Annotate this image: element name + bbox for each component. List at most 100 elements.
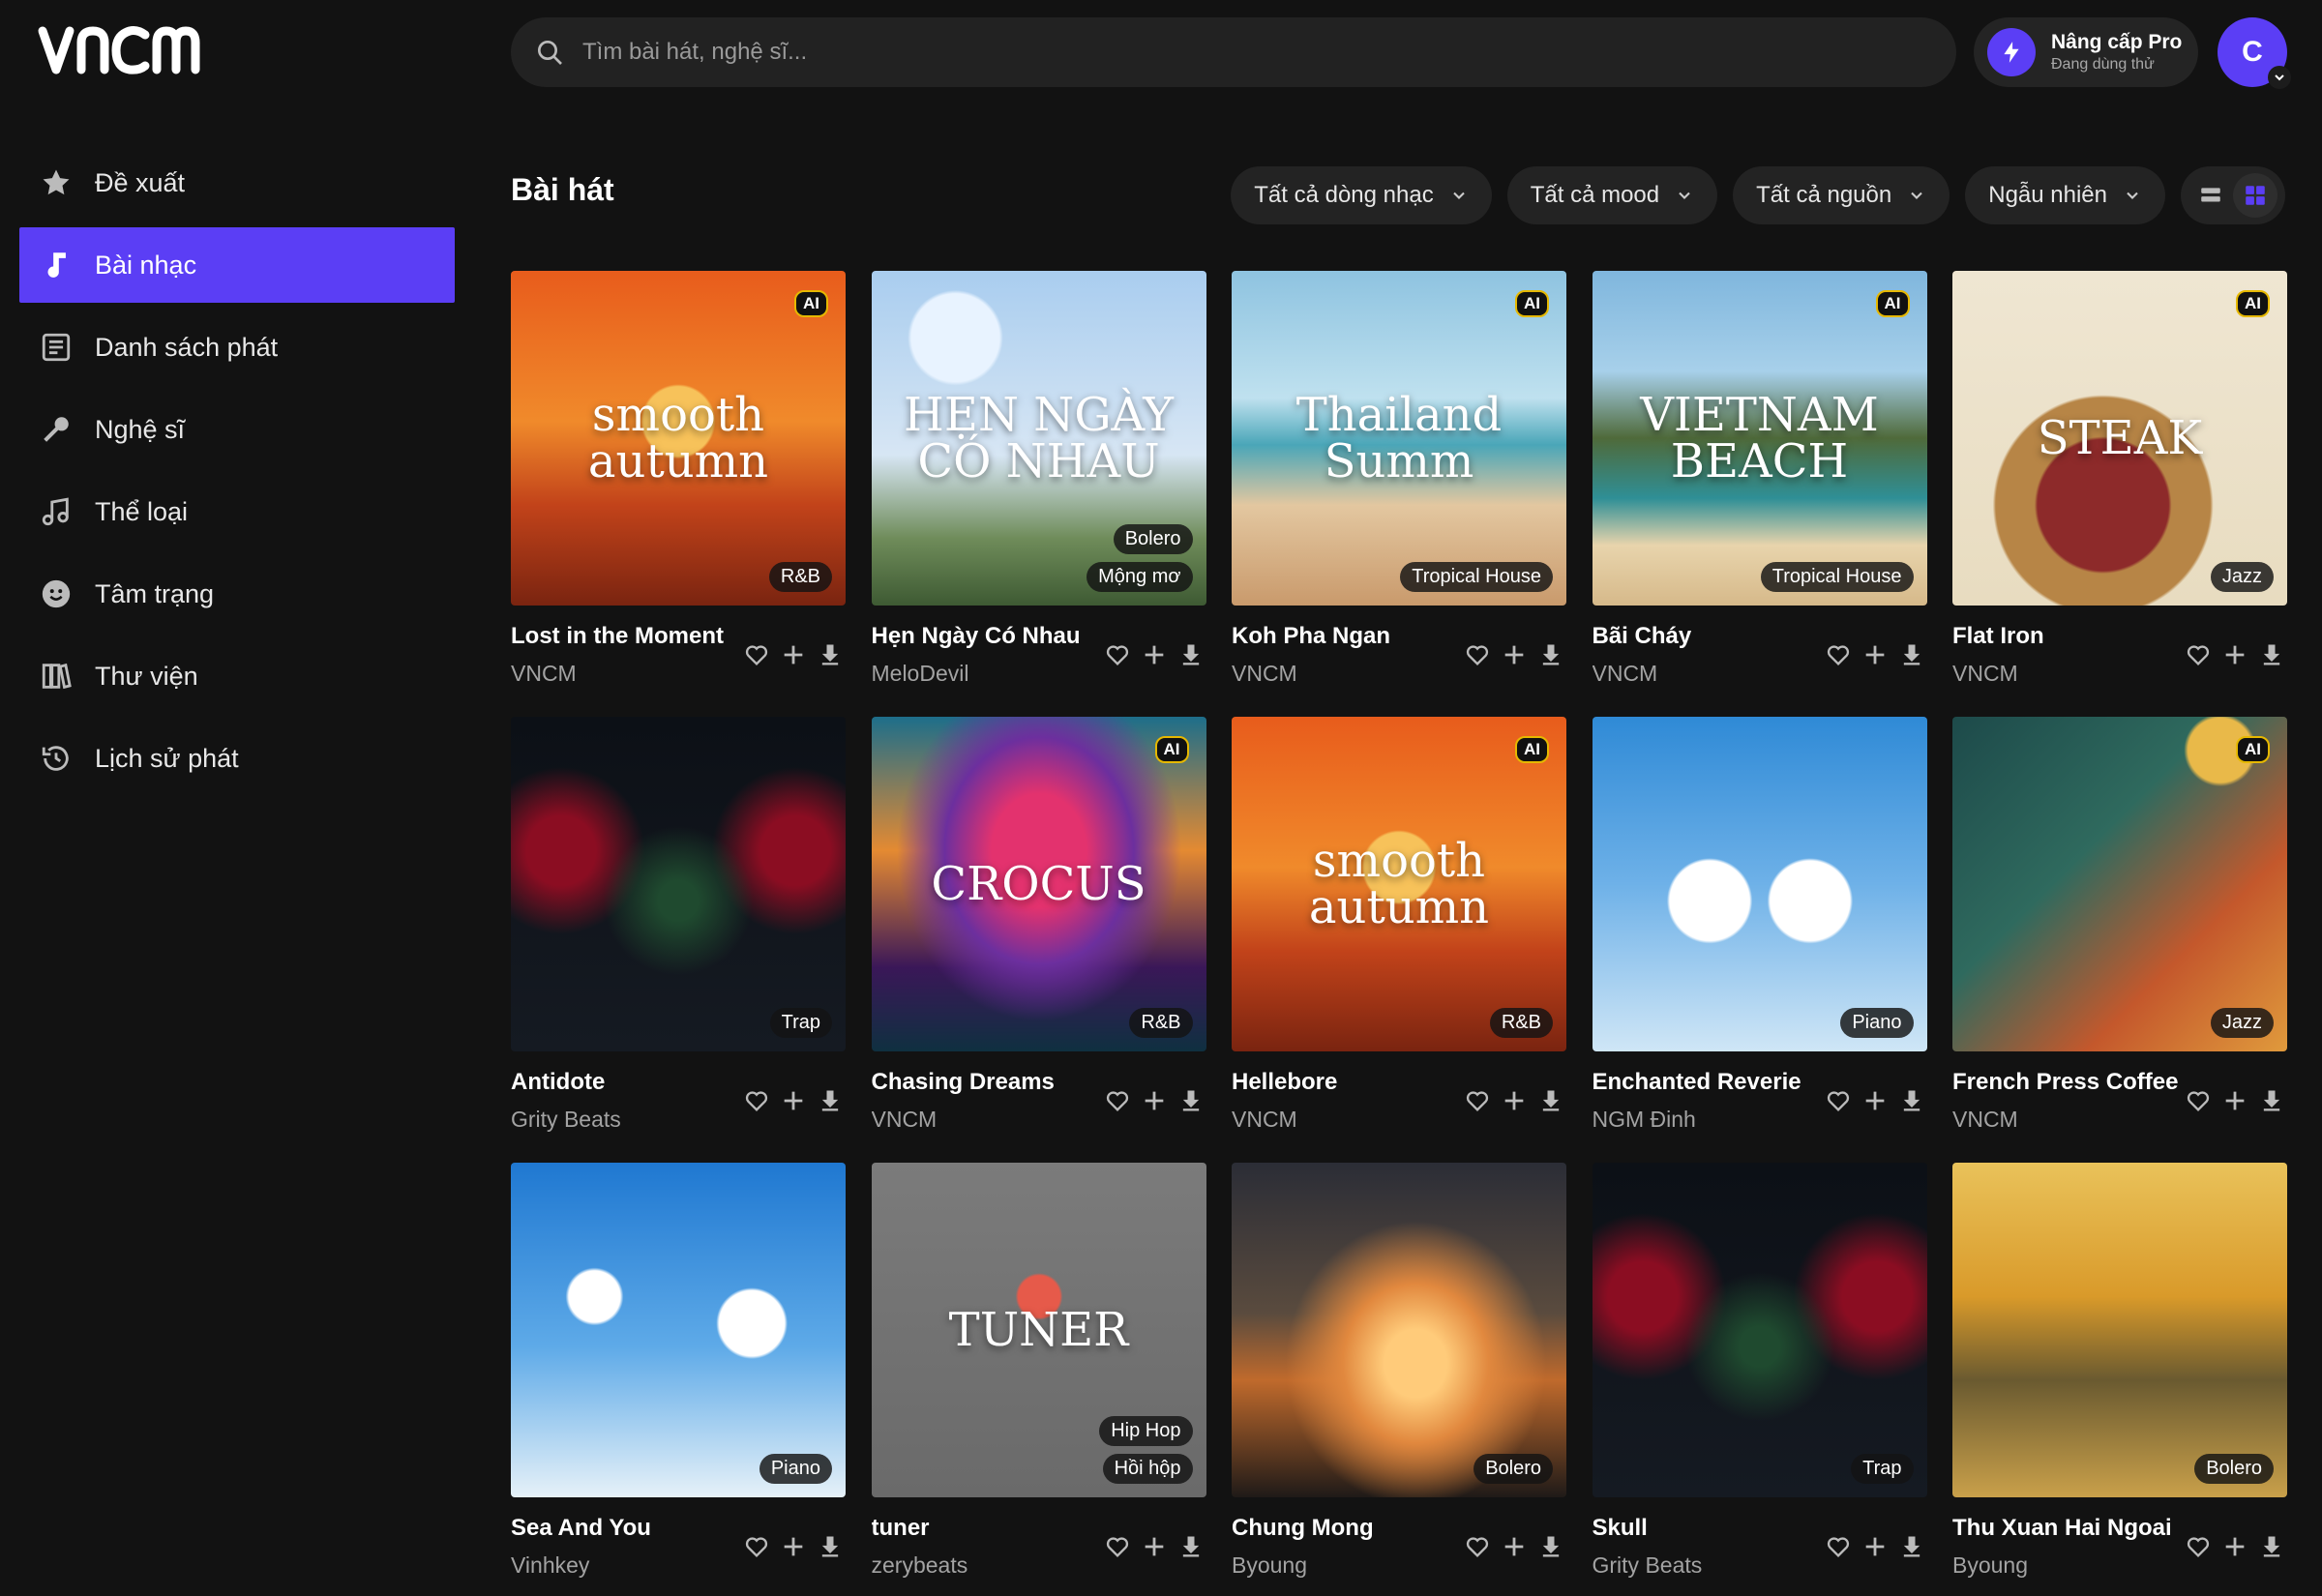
vncm-logo[interactable] [37,21,223,79]
album-cover[interactable]: Piano [1592,717,1927,1051]
plus-icon[interactable] [1139,639,1170,670]
song-artist[interactable]: VNCM [872,1107,1102,1133]
sidebar-item-microphone[interactable]: Nghệ sĩ [19,392,455,467]
sidebar-item-music-note[interactable]: Bài nhạc [19,227,455,303]
song-title[interactable]: Enchanted Reverie [1593,1069,1823,1096]
song-title[interactable]: Skull [1593,1515,1823,1542]
album-cover[interactable]: Trap [511,717,846,1051]
download-icon[interactable] [1535,1085,1566,1116]
heart-icon[interactable] [1102,1085,1133,1116]
song-artist[interactable]: Byoung [1232,1552,1462,1579]
search-bar[interactable] [511,17,1956,87]
sidebar-item-playlist[interactable]: Danh sách phát [19,310,455,385]
download-icon[interactable] [815,1531,846,1562]
heart-icon[interactable] [1462,1531,1493,1562]
song-card[interactable]: Piano Enchanted Reverie NGM Đinh [1592,717,1927,1163]
song-artist[interactable]: VNCM [1232,1107,1462,1133]
plus-icon[interactable] [778,639,809,670]
song-card[interactable]: Bolero Thu Xuan Hai Ngoai Byoung [1952,1163,2287,1596]
heart-icon[interactable] [2183,1531,2214,1562]
download-icon[interactable] [1176,1531,1206,1562]
album-cover[interactable]: AI Jazz [1952,717,2287,1051]
plus-icon[interactable] [1860,1531,1890,1562]
list-view-button[interactable] [2188,173,2233,218]
album-cover[interactable]: CROCUS AI R&B [871,717,1206,1051]
download-icon[interactable] [1176,639,1206,670]
song-title[interactable]: Sea And You [511,1515,741,1542]
album-cover[interactable]: STEAK AI Jazz [1952,271,2287,606]
album-cover[interactable]: Trap [1592,1163,1927,1497]
heart-icon[interactable] [1462,639,1493,670]
heart-icon[interactable] [2183,639,2214,670]
album-cover[interactable]: TUNER Hip Hop Hồi hộp [871,1163,1206,1497]
plus-icon[interactable] [1139,1531,1170,1562]
album-cover[interactable]: Bolero [1952,1163,2287,1497]
mood-filter-dropdown[interactable]: Tất cả mood [1506,166,1718,224]
download-icon[interactable] [815,639,846,670]
album-cover[interactable]: Piano [511,1163,846,1497]
heart-icon[interactable] [1462,1085,1493,1116]
download-icon[interactable] [815,1085,846,1116]
heart-icon[interactable] [1102,1531,1133,1562]
song-title[interactable]: Bãi Cháy [1593,623,1823,650]
plus-icon[interactable] [2219,1085,2250,1116]
sidebar-item-music-notes[interactable]: Thể loại [19,474,455,549]
upgrade-pro-button[interactable]: Nâng cấp Pro Đang dùng thử [1974,17,2198,87]
song-title[interactable]: tuner [872,1515,1102,1542]
heart-icon[interactable] [1102,639,1133,670]
download-icon[interactable] [1896,1085,1927,1116]
song-card[interactable]: AI Jazz French Press Coffee VNCM [1952,717,2287,1163]
song-title[interactable]: Koh Pha Ngan [1232,623,1462,650]
heart-icon[interactable] [1823,1531,1854,1562]
plus-icon[interactable] [1499,1085,1530,1116]
plus-icon[interactable] [1499,639,1530,670]
plus-icon[interactable] [1139,1085,1170,1116]
song-artist[interactable]: MeloDevil [872,661,1102,687]
song-title[interactable]: Thu Xuan Hai Ngoai [1952,1515,2183,1542]
album-cover[interactable]: smooth autumn AI R&B [511,271,846,606]
download-icon[interactable] [2256,1085,2287,1116]
download-icon[interactable] [1535,1531,1566,1562]
song-card[interactable]: Trap Antidote Grity Beats [511,717,846,1163]
download-icon[interactable] [2256,1531,2287,1562]
song-card[interactable]: VIETNAM BEACH AI Tropical House Bãi Cháy… [1592,271,1927,717]
download-icon[interactable] [1535,639,1566,670]
song-title[interactable]: Antidote [511,1069,741,1096]
plus-icon[interactable] [778,1531,809,1562]
song-card[interactable]: HẸN NGÀY CÓ NHAU Bolero Mộng mơ Hẹn Ngày … [871,271,1206,717]
song-artist[interactable]: Vinhkey [511,1552,741,1579]
song-title[interactable]: Lost in the Moment [511,623,741,650]
song-artist[interactable]: NGM Đinh [1593,1107,1823,1133]
plus-icon[interactable] [1860,1085,1890,1116]
heart-icon[interactable] [1823,1085,1854,1116]
plus-icon[interactable] [2219,1531,2250,1562]
song-card[interactable]: Piano Sea And You Vinhkey [511,1163,846,1596]
download-icon[interactable] [1896,639,1927,670]
heart-icon[interactable] [741,1085,772,1116]
heart-icon[interactable] [2183,1085,2214,1116]
plus-icon[interactable] [778,1085,809,1116]
genre-filter-dropdown[interactable]: Tất cả dòng nhạc [1231,166,1492,224]
song-card[interactable]: TUNER Hip Hop Hồi hộp tuner zerybeats [871,1163,1206,1596]
grid-view-button[interactable] [2233,173,2277,218]
heart-icon[interactable] [741,639,772,670]
song-title[interactable]: Chasing Dreams [872,1069,1102,1096]
download-icon[interactable] [1176,1085,1206,1116]
heart-icon[interactable] [741,1531,772,1562]
album-cover[interactable]: VIETNAM BEACH AI Tropical House [1592,271,1927,606]
song-card[interactable]: Trap Skull Grity Beats [1592,1163,1927,1596]
song-artist[interactable]: Byoung [1952,1552,2183,1579]
album-cover[interactable]: Thailand Summ AI Tropical House [1232,271,1566,606]
song-artist[interactable]: Grity Beats [511,1107,741,1133]
search-input[interactable] [582,39,1918,66]
plus-icon[interactable] [2219,639,2250,670]
song-artist[interactable]: zerybeats [872,1552,1102,1579]
song-artist[interactable]: VNCM [1952,1107,2183,1133]
song-title[interactable]: Chung Mong [1232,1515,1462,1542]
song-card[interactable]: CROCUS AI R&B Chasing Dreams VNCM [871,717,1206,1163]
album-cover[interactable]: smooth autumn AI R&B [1232,717,1566,1051]
song-artist[interactable]: VNCM [1593,661,1823,687]
sidebar-item-history[interactable]: Lịch sử phát [19,721,455,796]
album-cover[interactable]: HẸN NGÀY CÓ NHAU Bolero Mộng mơ [871,271,1206,606]
plus-icon[interactable] [1499,1531,1530,1562]
